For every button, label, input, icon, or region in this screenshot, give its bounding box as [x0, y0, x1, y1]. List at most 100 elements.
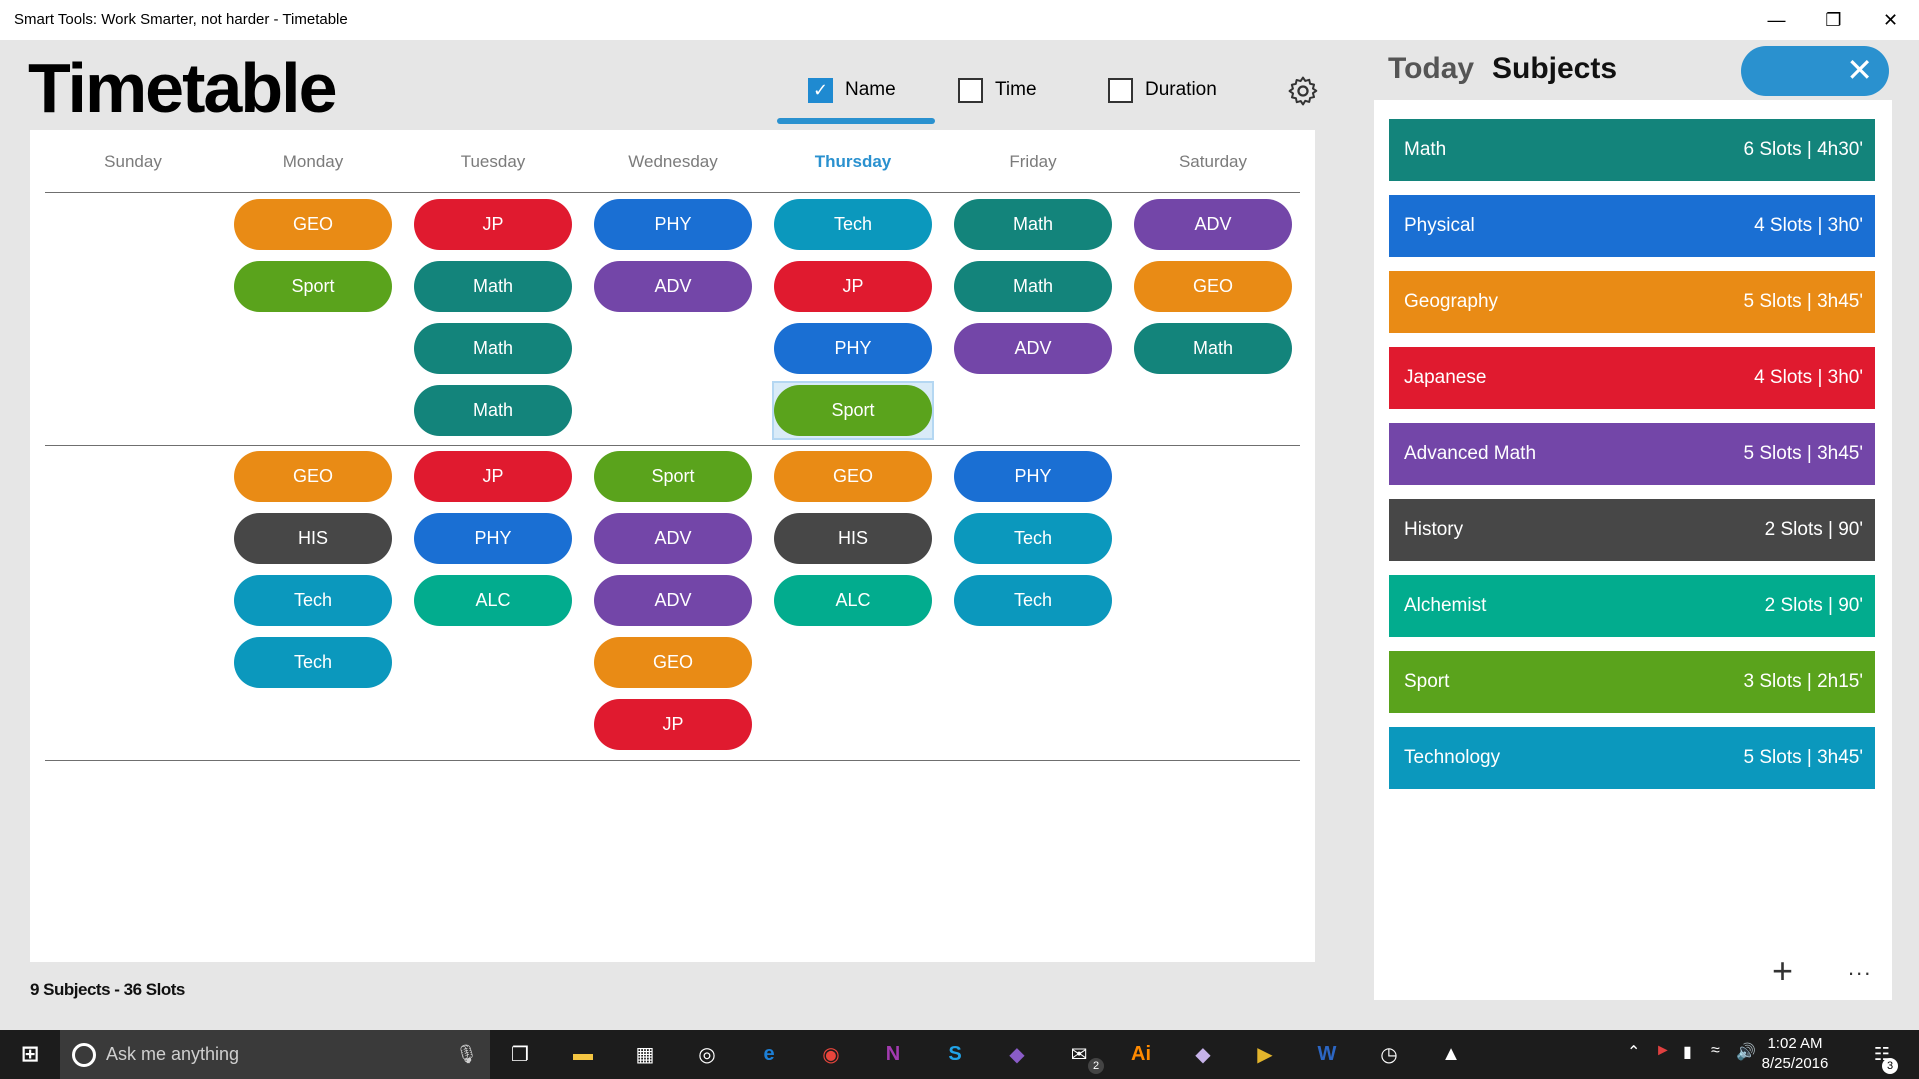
- divider-end: [45, 760, 1300, 761]
- slot-tech-monday-afternoon[interactable]: Tech: [234, 575, 392, 626]
- photos-icon[interactable]: ▲: [1433, 1036, 1469, 1072]
- subject-item-advanced-math[interactable]: Advanced Math 5 Slots | 3h45': [1389, 423, 1875, 485]
- slot-jp-thursday-morning[interactable]: JP: [774, 261, 932, 312]
- chevron-up-icon[interactable]: ⌃: [1627, 1042, 1640, 1062]
- subject-name: History: [1404, 519, 1464, 540]
- close-icon[interactable]: ✕: [1862, 0, 1919, 40]
- microphone-icon[interactable]: 🎙: [455, 1044, 478, 1065]
- groove-icon[interactable]: ◎: [689, 1036, 725, 1072]
- divider-midday: [45, 445, 1300, 446]
- slot-adv-saturday-morning[interactable]: ADV: [1134, 199, 1292, 250]
- slot-geo-monday-afternoon[interactable]: GEO: [234, 451, 392, 502]
- app-tray-icon[interactable]: ►: [1655, 1042, 1671, 1060]
- windows-start-icon[interactable]: ⊞: [12, 1036, 48, 1072]
- search-placeholder: Ask me anything: [106, 1044, 240, 1064]
- clock-date: 8/25/2016: [1761, 1055, 1829, 1072]
- subject-slots-info: 5 Slots | 3h45': [1743, 747, 1863, 768]
- page-title: Timetable: [28, 49, 337, 127]
- slot-jp-tuesday-morning[interactable]: JP: [414, 199, 572, 250]
- subject-slots-info: 4 Slots | 3h0': [1754, 367, 1863, 388]
- visual-studio-blend-icon[interactable]: ◆: [1185, 1036, 1221, 1072]
- gear-icon[interactable]: [1286, 74, 1320, 108]
- slot-phy-tuesday-afternoon[interactable]: PHY: [414, 513, 572, 564]
- edge-icon[interactable]: e: [751, 1036, 787, 1072]
- slot-jp-tuesday-afternoon[interactable]: JP: [414, 451, 572, 502]
- slot-tech-monday-afternoon[interactable]: Tech: [234, 637, 392, 688]
- subject-slots-info: 4 Slots | 3h0': [1754, 215, 1863, 236]
- slot-jp-wednesday-afternoon[interactable]: JP: [594, 699, 752, 750]
- subject-item-geography[interactable]: Geography 5 Slots | 3h45': [1389, 271, 1875, 333]
- slot-his-monday-afternoon[interactable]: HIS: [234, 513, 392, 564]
- slot-sport-thursday-morning[interactable]: Sport: [774, 385, 932, 436]
- wifi-icon[interactable]: ≈: [1711, 1042, 1720, 1060]
- slot-math-friday-morning[interactable]: Math: [954, 199, 1112, 250]
- subject-item-math[interactable]: Math 6 Slots | 4h30': [1389, 119, 1875, 181]
- slot-adv-wednesday-afternoon[interactable]: ADV: [594, 513, 752, 564]
- slot-sport-wednesday-afternoon[interactable]: Sport: [594, 451, 752, 502]
- slot-math-tuesday-morning[interactable]: Math: [414, 323, 572, 374]
- slot-geo-saturday-morning[interactable]: GEO: [1134, 261, 1292, 312]
- tab-subjects[interactable]: Subjects: [1492, 52, 1617, 86]
- slot-adv-wednesday-afternoon[interactable]: ADV: [594, 575, 752, 626]
- system-clock[interactable]: 1:02 AM 8/25/2016: [1750, 1034, 1840, 1074]
- slot-his-thursday-afternoon[interactable]: HIS: [774, 513, 932, 564]
- selected-toggle-indicator: [777, 118, 935, 124]
- day-label-monday: Monday: [282, 152, 344, 171]
- day-label-saturday: Saturday: [1178, 152, 1248, 171]
- subject-name: Technology: [1404, 747, 1501, 768]
- restore-icon[interactable]: ❐: [1805, 0, 1862, 40]
- battery-icon[interactable]: ▮: [1683, 1042, 1692, 1062]
- timetable-panel: Sunday Monday Tuesday Wednesday Thursday Frid…: [30, 130, 1315, 962]
- duration-toggle[interactable]: Duration: [1108, 72, 1217, 108]
- slot-math-tuesday-morning[interactable]: Math: [414, 261, 572, 312]
- name-checkbox[interactable]: ✓: [808, 77, 833, 103]
- name-toggle[interactable]: ✓ Name: [808, 72, 896, 108]
- video-icon[interactable]: ▶: [1247, 1036, 1283, 1072]
- slot-phy-thursday-morning[interactable]: PHY: [774, 323, 932, 374]
- subject-item-alchemist[interactable]: Alchemist 2 Slots | 90': [1389, 575, 1875, 637]
- slot-alc-thursday-afternoon[interactable]: ALC: [774, 575, 932, 626]
- slot-tech-friday-afternoon[interactable]: Tech: [954, 575, 1112, 626]
- slot-math-tuesday-morning[interactable]: Math: [414, 385, 572, 436]
- time-checkbox[interactable]: [958, 77, 983, 103]
- slot-phy-wednesday-morning[interactable]: PHY: [594, 199, 752, 250]
- visual-studio-icon[interactable]: ◆: [999, 1036, 1035, 1072]
- subject-item-physical[interactable]: Physical 4 Slots | 3h0': [1389, 195, 1875, 257]
- slot-geo-wednesday-afternoon[interactable]: GEO: [594, 637, 752, 688]
- subject-item-history[interactable]: History 2 Slots | 90': [1389, 499, 1875, 561]
- slot-tech-friday-afternoon[interactable]: Tech: [954, 513, 1112, 564]
- duration-checkbox[interactable]: [1108, 77, 1133, 103]
- onenote-icon[interactable]: N: [875, 1036, 911, 1072]
- slot-sport-monday-morning[interactable]: Sport: [234, 261, 392, 312]
- subject-item-japanese[interactable]: Japanese 4 Slots | 3h0': [1389, 347, 1875, 409]
- slot-phy-friday-afternoon[interactable]: PHY: [954, 451, 1112, 502]
- day-label-tuesday: Tuesday: [460, 152, 526, 171]
- chrome-icon[interactable]: ◉: [813, 1036, 849, 1072]
- duration-toggle-label: Duration: [1145, 79, 1217, 100]
- alarms-clock-icon[interactable]: ◷: [1371, 1036, 1407, 1072]
- close-panel-button[interactable]: ✕: [1741, 46, 1889, 96]
- cortana-search-box[interactable]: Ask me anything 🎙: [60, 1030, 490, 1079]
- word-icon[interactable]: W: [1309, 1036, 1345, 1072]
- slot-adv-friday-morning[interactable]: ADV: [954, 323, 1112, 374]
- slot-tech-thursday-morning[interactable]: Tech: [774, 199, 932, 250]
- slot-alc-tuesday-afternoon[interactable]: ALC: [414, 575, 572, 626]
- skype-icon[interactable]: S: [937, 1036, 973, 1072]
- slot-math-friday-morning[interactable]: Math: [954, 261, 1112, 312]
- task-view-icon[interactable]: ❐: [502, 1036, 538, 1072]
- illustrator-icon[interactable]: Ai: [1123, 1036, 1159, 1072]
- minimize-icon[interactable]: —: [1748, 0, 1805, 40]
- time-toggle[interactable]: Time: [958, 72, 1037, 108]
- slot-geo-thursday-afternoon[interactable]: GEO: [774, 451, 932, 502]
- slot-math-saturday-morning[interactable]: Math: [1134, 323, 1292, 374]
- add-subject-button[interactable]: +: [1772, 953, 1793, 989]
- slot-geo-monday-morning[interactable]: GEO: [234, 199, 392, 250]
- file-explorer-icon[interactable]: ▬: [565, 1036, 601, 1072]
- tab-today[interactable]: Today: [1388, 52, 1474, 86]
- subject-item-sport[interactable]: Sport 3 Slots | 2h15': [1389, 651, 1875, 713]
- slot-adv-wednesday-morning[interactable]: ADV: [594, 261, 752, 312]
- store-icon[interactable]: ▦: [627, 1036, 663, 1072]
- subject-item-technology[interactable]: Technology 5 Slots | 3h45': [1389, 727, 1875, 789]
- divider-header: [45, 192, 1300, 193]
- more-options-button[interactable]: ...: [1848, 955, 1872, 981]
